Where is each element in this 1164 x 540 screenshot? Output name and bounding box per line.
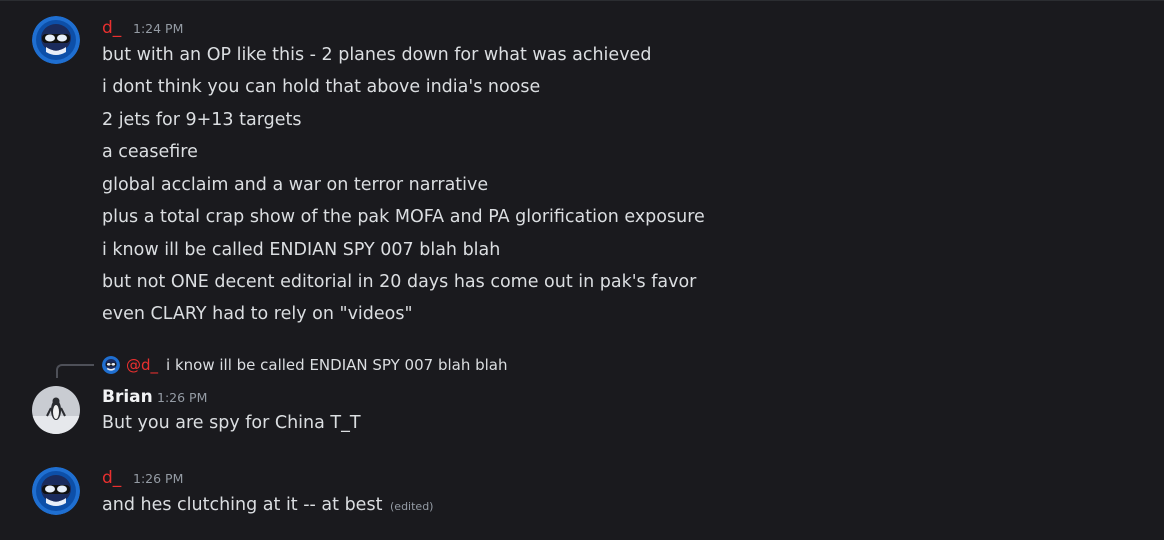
reply-avatar-icon [102, 356, 120, 374]
helmet-avatar-icon [32, 467, 80, 515]
reply-mention[interactable]: @d_ [126, 356, 158, 374]
message-timestamp: 1:26 PM [157, 390, 208, 405]
message-author[interactable]: d_ [102, 17, 121, 39]
message-line: 2 jets for 9+13 targets [102, 110, 302, 130]
message-line: i dont think you can hold that above ind… [102, 77, 541, 97]
message-author[interactable]: d_ [102, 467, 121, 489]
reply-quote[interactable]: i know ill be called ENDIAN SPY 007 blah… [166, 356, 507, 374]
chat-messages: d_ 1:24 PM but with an OP like this - 2 … [0, 0, 1164, 540]
reply-context[interactable]: @d_ i know ill be called ENDIAN SPY 007 … [102, 354, 508, 376]
user-avatar-d[interactable] [32, 467, 80, 515]
message-line: plus a total crap show of the pak MOFA a… [102, 207, 705, 227]
message-line: a ceasefire [102, 142, 198, 162]
penguin-avatar-icon [32, 386, 80, 434]
message-author[interactable]: Brian [102, 386, 153, 408]
message-text: and hes clutching at it -- at best [102, 495, 383, 515]
message-line: but with an OP like this - 2 planes down… [102, 45, 652, 65]
reply-spine [56, 364, 94, 378]
message-timestamp: 1:26 PM [133, 471, 184, 486]
message-line: i know ill be called ENDIAN SPY 007 blah… [102, 240, 501, 260]
message-timestamp: 1:24 PM [133, 21, 184, 36]
message-line: even CLARY had to rely on "videos" [102, 304, 413, 324]
user-avatar-brian[interactable] [32, 386, 80, 434]
edited-label: (edited) [390, 500, 434, 513]
user-avatar-d[interactable] [32, 16, 80, 64]
message-line: But you are spy for China T_T [102, 413, 361, 433]
message-line: global acclaim and a war on terror narra… [102, 175, 489, 195]
helmet-avatar-icon [32, 16, 80, 64]
message-line: but not ONE decent editorial in 20 days … [102, 272, 697, 292]
message-line: and hes clutching at it -- at best (edit… [102, 493, 433, 519]
